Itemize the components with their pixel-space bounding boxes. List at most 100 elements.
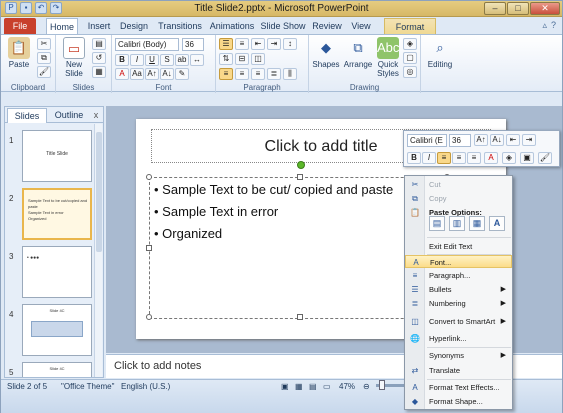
mini-decrease-indent-button[interactable]: ⇤ (506, 134, 520, 146)
slide-thumbnail-4[interactable]: Slide 4C (22, 304, 92, 356)
reading-view-icon[interactable]: ▤ (309, 382, 317, 391)
strikethrough-button[interactable]: ab (175, 54, 189, 66)
underline-button[interactable]: U (145, 54, 159, 66)
tab-outline[interactable]: Outline (49, 108, 89, 123)
smartart-button[interactable]: ◫ (251, 53, 265, 65)
mini-bold-button[interactable]: B (407, 152, 421, 164)
tab-insert[interactable]: Insert (84, 18, 114, 34)
help-icon[interactable]: ? (551, 20, 556, 31)
numbering-button[interactable]: ≡ (235, 38, 249, 50)
mini-center-button[interactable]: ≡ (452, 152, 466, 164)
line-spacing-button[interactable]: ↕ (283, 38, 297, 50)
menu-item-bullets[interactable]: ☰ Bullets ▶ (405, 283, 512, 296)
mini-italic-button[interactable]: I (422, 152, 436, 164)
bullets-button[interactable]: ☰ (219, 38, 233, 50)
tab-transitions[interactable]: Transitions (155, 18, 205, 34)
scrollbar-thumb[interactable] (96, 132, 102, 252)
mini-font-size-combo[interactable]: 36 (449, 134, 471, 147)
slideshow-view-icon[interactable]: ▭ (323, 382, 331, 391)
resize-handle[interactable] (146, 314, 152, 320)
thumbnail-scrollbar[interactable] (94, 124, 102, 377)
bullet-item[interactable]: • Sample Text in error (154, 204, 278, 219)
paste-keep-source-formatting-icon[interactable]: ▥ (449, 216, 465, 231)
shapes-button[interactable]: ◆ Shapes (311, 37, 341, 69)
clear-format-icon[interactable]: ✎ (175, 68, 189, 80)
bold-button[interactable]: B (115, 54, 129, 66)
slide-thumbnail-5[interactable]: Slide 4C (22, 362, 92, 377)
menu-item-format-text-effects[interactable]: A Format Text Effects... (405, 381, 512, 394)
menu-item-translate[interactable]: ⇄ Translate (405, 364, 512, 377)
justify-button[interactable]: ≣ (267, 68, 281, 80)
mini-format-painter-icon[interactable]: 🖌 (538, 152, 552, 164)
ribbon-minimize-icon[interactable]: ▵ (542, 20, 547, 31)
mini-increase-indent-button[interactable]: ⇥ (522, 134, 536, 146)
copy-icon[interactable]: ⧉ (37, 52, 51, 64)
slide-thumbnail-2[interactable]: Sample Text to be cut/copied and paste S… (22, 188, 92, 240)
arrange-button[interactable]: ⧉ Arrange (343, 37, 373, 69)
decrease-indent-button[interactable]: ⇤ (251, 38, 265, 50)
menu-item-paragraph[interactable]: ≡ Paragraph... (405, 269, 512, 282)
columns-button[interactable]: ⫼ (283, 68, 297, 80)
mini-shape-fill-icon[interactable]: ◈ (502, 152, 516, 164)
font-size-combo[interactable]: 36 (182, 38, 204, 51)
align-right-button[interactable]: ≡ (251, 68, 265, 80)
zoom-out-icon[interactable]: ⊖ (363, 382, 370, 391)
grow-font-button[interactable]: A↑ (145, 68, 159, 80)
shape-fill-icon[interactable]: ◈ (403, 38, 417, 50)
tab-review[interactable]: Review (311, 18, 343, 34)
menu-item-exit-edit-text[interactable]: Exit Edit Text (405, 240, 512, 253)
menu-item-cut[interactable]: ✂ Cut (405, 178, 512, 191)
tab-file[interactable]: File (4, 18, 36, 34)
mini-font-color-button[interactable]: A (484, 152, 498, 164)
section-icon[interactable]: ▦ (92, 66, 106, 78)
slide-sorter-icon[interactable]: ▦ (295, 382, 303, 391)
paste-picture-icon[interactable]: ▦ (469, 216, 485, 231)
slide-thumbnail-1[interactable]: Title Slide (22, 130, 92, 182)
tab-home[interactable]: Home (46, 18, 78, 34)
cut-icon[interactable]: ✂ (37, 38, 51, 50)
resize-handle[interactable] (297, 174, 303, 180)
quick-styles-button[interactable]: Abc Quick Styles (373, 37, 403, 78)
menu-item-font[interactable]: A Font... (405, 255, 512, 268)
font-color-button[interactable]: A (115, 68, 129, 80)
normal-view-icon[interactable]: ▣ (281, 382, 289, 391)
mini-align-left-button[interactable]: ≡ (437, 152, 451, 164)
change-case-button[interactable]: Aa (130, 68, 144, 80)
text-direction-button[interactable]: ⇅ (219, 53, 233, 65)
center-button[interactable]: ≡ (235, 68, 249, 80)
align-text-button[interactable]: ⊟ (235, 53, 249, 65)
mini-font-name-combo[interactable]: Calibri (E (407, 134, 447, 147)
language[interactable]: English (U.S.) (121, 382, 170, 391)
paste-keep-text-only-icon[interactable]: A (489, 216, 505, 231)
tab-slides[interactable]: Slides (7, 108, 47, 123)
reset-icon[interactable]: ↺ (92, 52, 106, 64)
mini-grow-font-button[interactable]: A↑ (474, 134, 488, 146)
paste-button[interactable]: 📋 Paste (4, 37, 34, 69)
tab-animations[interactable]: Animations (209, 18, 255, 34)
italic-button[interactable]: I (130, 54, 144, 66)
menu-item-convert-to-smartart[interactable]: ◫ Convert to SmartArt ▶ (405, 315, 512, 328)
shadow-button[interactable]: S (160, 54, 174, 66)
resize-handle[interactable] (146, 245, 152, 251)
menu-item-format-shape[interactable]: ◆ Format Shape... (405, 395, 512, 408)
mini-quick-styles-icon[interactable]: ▣ (520, 152, 534, 164)
close-button[interactable]: ✕ (530, 2, 560, 15)
tab-format[interactable]: Format (384, 18, 436, 34)
mini-align-right-button[interactable]: ≡ (467, 152, 481, 164)
menu-item-copy[interactable]: ⧉ Copy (405, 192, 512, 205)
bullet-item[interactable]: • Organized (154, 226, 222, 241)
zoom-percentage[interactable]: 47% (339, 382, 355, 391)
shrink-font-button[interactable]: A↓ (160, 68, 174, 80)
spacing-button[interactable]: ↔ (190, 54, 204, 66)
rotate-handle[interactable] (297, 161, 305, 169)
tab-design[interactable]: Design (118, 18, 150, 34)
zoom-slider-thumb[interactable] (379, 380, 385, 390)
align-left-button[interactable]: ≡ (219, 68, 233, 80)
bullet-item[interactable]: • Sample Text to be cut/ copied and past… (154, 182, 393, 197)
format-painter-icon[interactable]: 🖌 (37, 66, 51, 78)
menu-item-synonyms[interactable]: Synonyms ▶ (405, 349, 512, 362)
slide-thumbnail-3[interactable]: • ●●● (22, 246, 92, 298)
paste-use-destination-theme-icon[interactable]: ▤ (429, 216, 445, 231)
editing-button[interactable]: ⌕ Editing (425, 37, 455, 69)
thumbnail-list[interactable]: 1 Title Slide 2 Sample Text to be cut/co… (5, 124, 103, 377)
